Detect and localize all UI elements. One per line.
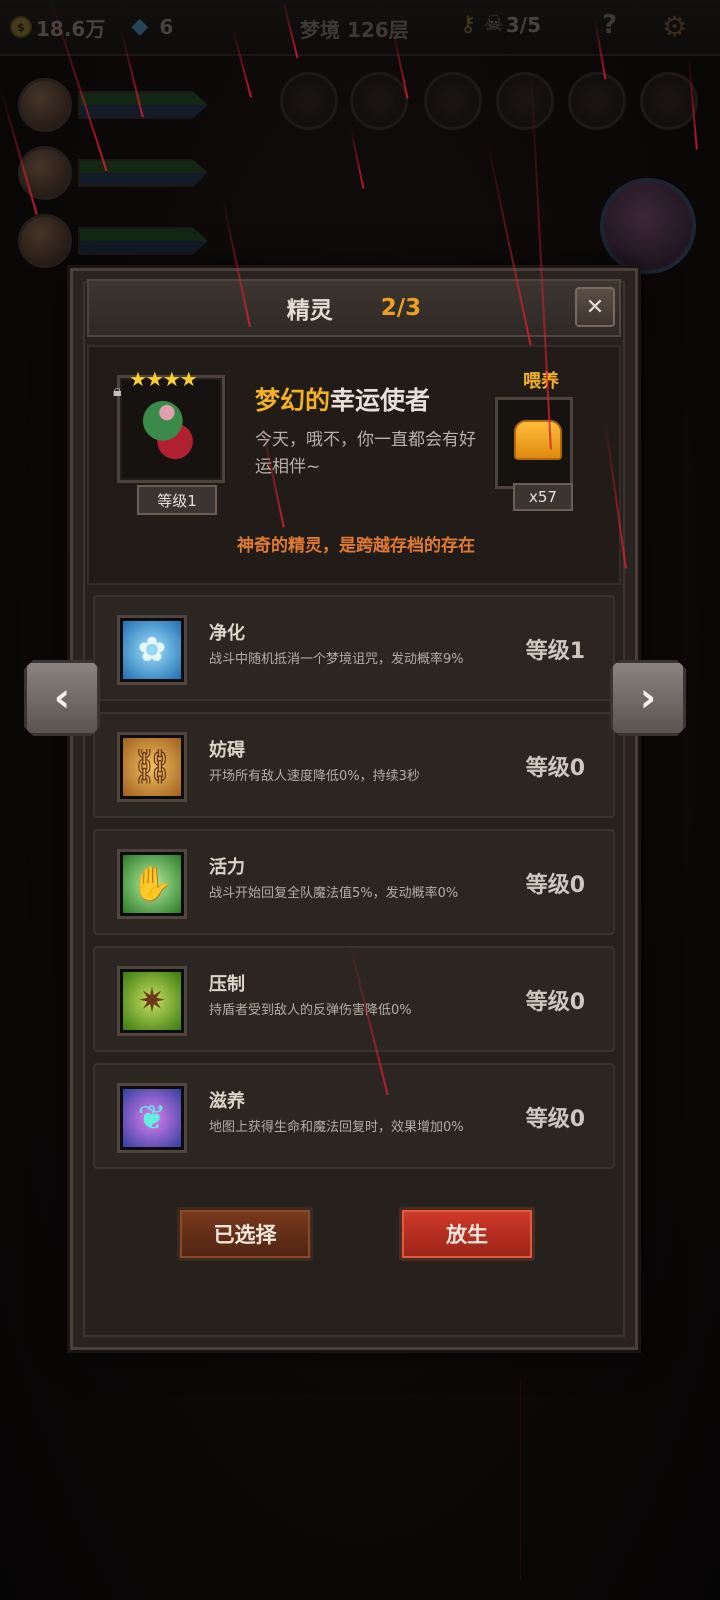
chevron-right-icon: ›: [639, 675, 657, 721]
next-spirit-button[interactable]: ›: [610, 660, 686, 736]
spirit-portrait-image: [130, 388, 212, 470]
spirit-description: 今天，哦不，你一直都会有好运相伴~: [255, 430, 476, 477]
star-rating: ★★★★: [129, 367, 198, 391]
skill-icon-frame: ⛓: [117, 732, 187, 802]
dialog-title: 精灵: [286, 298, 333, 324]
skill-level: 等级0: [525, 1107, 585, 1132]
skill-name: 滋养: [209, 1091, 245, 1112]
spirit-dialog: 精灵 2/3 ✕ 🔒︎ ★★★★ 等级1 梦幻的幸运使者 今天，哦不，你一直都会…: [70, 268, 638, 1350]
skill-icon-frame: ❦: [117, 1083, 187, 1153]
spirit-name-prefix: 梦幻的: [255, 386, 331, 415]
spirit-page-count: 2/3: [380, 295, 422, 321]
spirit-level-badge: 等级1: [137, 485, 217, 515]
skill-level: 等级0: [525, 756, 585, 781]
close-icon: ✕: [585, 294, 605, 320]
feed-button[interactable]: [495, 397, 573, 489]
chained-boot-icon: ⛓: [123, 738, 181, 796]
skill-description: 持盾者受到敌人的反弹伤害降低0%: [209, 1003, 412, 1018]
feed-item-count: x57: [513, 483, 573, 511]
skill-description: 战斗中随机抵消一个梦境诅咒，发动概率9%: [209, 652, 464, 667]
spirit-name-main: 幸运使者: [330, 386, 431, 415]
selected-button[interactable]: 已选择: [177, 1207, 313, 1261]
skill-row[interactable]: ✿ 净化 战斗中随机抵消一个梦境诅咒，发动概率9% 等级1: [93, 595, 615, 701]
skill-level: 等级0: [525, 873, 585, 898]
previous-spirit-button[interactable]: ‹: [24, 660, 100, 736]
praying-hands-icon: ✋: [123, 855, 181, 913]
skill-description: 战斗开始回复全队魔法值5%，发动概率0%: [209, 886, 459, 901]
skill-description: 地图上获得生命和魔法回复时，效果增加0%: [209, 1120, 464, 1135]
feed-label: 喂养: [523, 371, 559, 392]
fairy-wings-icon: ❦: [123, 1089, 181, 1147]
skill-level: 等级1: [525, 639, 585, 664]
spirit-info-panel: 🔒︎ ★★★★ 等级1 梦幻的幸运使者 今天，哦不，你一直都会有好运相伴~ 喂养…: [87, 345, 621, 585]
spirit-portrait[interactable]: [117, 375, 225, 483]
spirit-name: 梦幻的幸运使者: [255, 381, 430, 417]
skill-icon-frame: ✋: [117, 849, 187, 919]
skill-icon-frame: ✿: [117, 615, 187, 685]
skill-row[interactable]: ⛓ 妨碍 开场所有敌人速度降低0%，持续3秒 等级0: [93, 712, 615, 818]
close-button[interactable]: ✕: [575, 287, 615, 327]
claw-icon: ✷: [123, 972, 181, 1030]
skill-icon-frame: ✷: [117, 966, 187, 1036]
skill-name: 压制: [209, 974, 245, 995]
skill-description: 开场所有敌人速度降低0%，持续3秒: [209, 769, 420, 784]
skill-row[interactable]: ❦ 滋养 地图上获得生命和魔法回复时，效果增加0% 等级0: [93, 1063, 615, 1169]
bread-icon: [514, 420, 562, 460]
release-button[interactable]: 放生: [399, 1207, 535, 1261]
blue-flower-icon: ✿: [123, 621, 181, 679]
spirit-tagline: 神奇的精灵，是跨越存档的存在: [237, 536, 475, 556]
skill-row[interactable]: ✋ 活力 战斗开始回复全队魔法值5%，发动概率0% 等级0: [93, 829, 615, 935]
skill-name: 活力: [209, 857, 245, 878]
skill-name: 妨碍: [209, 740, 245, 761]
skill-level: 等级0: [525, 990, 585, 1015]
lock-icon[interactable]: 🔒︎: [113, 381, 122, 401]
chevron-left-icon: ‹: [53, 675, 71, 721]
skill-name: 净化: [209, 623, 245, 644]
